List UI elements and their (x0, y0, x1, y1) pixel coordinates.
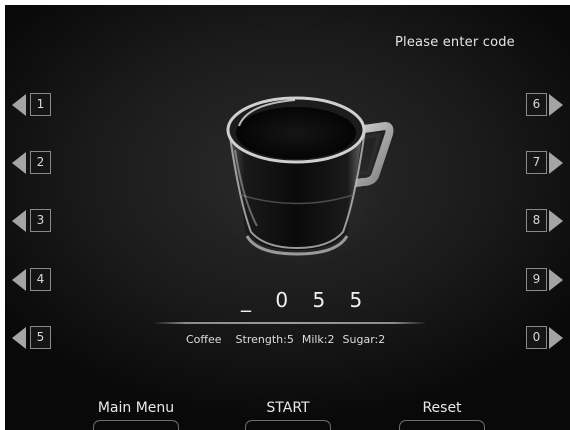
triangle-left-icon (12, 152, 26, 174)
key-label: 1 (30, 93, 51, 116)
key-label: 8 (526, 209, 547, 232)
divider (153, 322, 427, 324)
button-frame (93, 420, 179, 430)
vending-screen: Please enter code 1 2 3 4 5 6 7 8 9 0 _ … (5, 5, 570, 430)
triangle-right-icon (549, 269, 563, 291)
key-label: 0 (526, 326, 547, 349)
triangle-left-icon (12, 94, 26, 116)
key-button-2[interactable]: 2 (8, 150, 68, 176)
triangle-right-icon (549, 210, 563, 232)
button-frame (399, 420, 485, 430)
key-button-7[interactable]: 7 (526, 150, 570, 176)
triangle-right-icon (549, 152, 563, 174)
main-menu-button[interactable]: Main Menu (91, 400, 181, 430)
start-button[interactable]: START (243, 400, 333, 430)
button-frame (245, 420, 331, 430)
key-button-3[interactable]: 3 (8, 208, 68, 234)
sugar-value: Sugar:2 (342, 333, 386, 346)
start-label: START (266, 400, 310, 416)
key-button-8[interactable]: 8 (526, 208, 570, 234)
code-display: _ 0 5 5 (241, 288, 372, 312)
drink-name: Coffee (186, 333, 222, 346)
strength-value: Strength:5 (235, 333, 294, 346)
coffee-cup-icon (217, 96, 394, 264)
key-button-1[interactable]: 1 (8, 92, 68, 118)
prompt-text: Please enter code (395, 35, 515, 50)
triangle-right-icon (549, 327, 563, 349)
main-menu-label: Main Menu (97, 400, 175, 416)
triangle-left-icon (12, 327, 26, 349)
milk-value: Milk:2 (301, 333, 335, 346)
key-label: 3 (30, 209, 51, 232)
key-button-9[interactable]: 9 (526, 267, 570, 293)
key-button-6[interactable]: 6 (526, 92, 570, 118)
key-label: 4 (30, 268, 51, 291)
selection-summary: Coffee Strength:5 Milk:2 Sugar:2 (186, 333, 393, 346)
key-button-4[interactable]: 4 (8, 267, 68, 293)
key-label: 6 (526, 93, 547, 116)
key-label: 9 (526, 268, 547, 291)
key-button-0[interactable]: 0 (526, 325, 570, 351)
reset-label: Reset (422, 400, 462, 416)
triangle-right-icon (549, 94, 563, 116)
triangle-left-icon (12, 269, 26, 291)
key-label: 7 (526, 151, 547, 174)
key-button-5[interactable]: 5 (8, 325, 68, 351)
reset-button[interactable]: Reset (397, 400, 487, 430)
key-label: 2 (30, 151, 51, 174)
triangle-left-icon (12, 210, 26, 232)
key-label: 5 (30, 326, 51, 349)
